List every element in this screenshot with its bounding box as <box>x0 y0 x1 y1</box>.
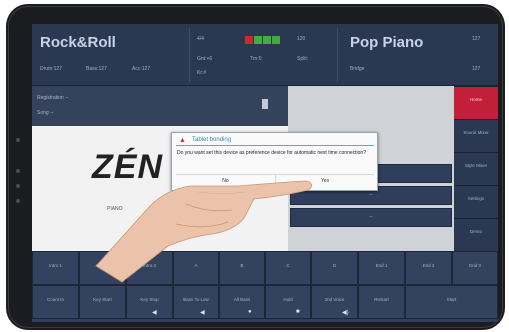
sensor-dot <box>16 199 20 203</box>
bass-volume[interactable]: Bass:127 <box>86 66 107 72</box>
beat-led <box>272 36 280 44</box>
menu-settings[interactable]: Settings <box>454 185 498 218</box>
dialog-message: Do you want set this device as preferenc… <box>177 150 366 156</box>
variation-a-button[interactable]: A <box>173 251 219 285</box>
logo-text: ZÉN <box>92 148 163 186</box>
sensor-dot <box>16 169 20 173</box>
logo-subtitle: PIANO <box>107 206 123 212</box>
dialog-title: Tablet bonding <box>192 137 232 143</box>
recents-icon[interactable]: ■ <box>296 309 300 315</box>
home-icon[interactable]: ● <box>248 309 252 315</box>
tempo-value[interactable]: 120 <box>297 36 305 42</box>
android-nav-bar: ◀ ◀ ● ■ ◀) <box>152 308 382 320</box>
beat-led <box>263 36 271 44</box>
app-screen: Rock&Roll Drum:127 Bass:127 Acc:127 4/4 … <box>32 24 498 322</box>
volume-down-icon[interactable]: ◀ <box>152 309 157 316</box>
key-start-button[interactable]: Key Start <box>79 285 126 319</box>
grid-value[interactable]: Gnt:+6 <box>197 56 212 62</box>
transpose-value[interactable]: Trn:0 <box>250 56 261 62</box>
tablet-frame: Rock&Roll Drum:127 Bass:127 Acc:127 4/4 … <box>6 4 505 330</box>
key-value[interactable]: Kr:# <box>197 70 206 76</box>
split-value[interactable]: Split: <box>297 56 308 62</box>
count-in-button[interactable]: Count In <box>32 285 79 319</box>
sensor-dot <box>16 184 20 188</box>
tablet-bonding-dialog: ▲ Tablet bonding Do you want set this de… <box>171 132 378 191</box>
song-label[interactable]: Song -- <box>37 110 53 116</box>
end1-button[interactable]: End 1 <box>358 251 405 285</box>
voice2-volume[interactable]: 127 <box>472 66 480 72</box>
intro1-button[interactable]: Intro 1 <box>32 251 79 285</box>
side-menu: Home Sound Mixer Style Mixer Settings De… <box>454 86 498 251</box>
dialog-buttons: No Yes <box>176 174 374 188</box>
header-divider <box>337 28 338 82</box>
drum-volume[interactable]: Drum:127 <box>40 66 62 72</box>
header-divider <box>189 28 190 82</box>
menu-sound-mixer[interactable]: Sound Mixer <box>454 119 498 152</box>
start-button[interactable]: Start <box>405 285 498 319</box>
beat-led <box>254 36 262 44</box>
yes-button[interactable]: Yes <box>275 175 374 188</box>
end2-button[interactable]: End 2 <box>405 251 452 285</box>
registration-label[interactable]: Registration -- <box>37 95 68 101</box>
camera-dot <box>16 138 20 142</box>
volume-up-icon[interactable]: ◀) <box>342 309 349 316</box>
selector-row[interactable]: -- <box>290 208 452 227</box>
voice-volume[interactable]: 127 <box>472 36 480 42</box>
acc-volume[interactable]: Acc:127 <box>132 66 150 72</box>
variation-c-button[interactable]: C <box>265 251 311 285</box>
voice-name[interactable]: Pop Piano <box>350 34 423 51</box>
variation-b-button[interactable]: B <box>219 251 265 285</box>
voice-sub: Bridge <box>350 66 365 72</box>
registration-strip: Registration -- Song -- <box>32 86 288 126</box>
section-row: Intro 1 Intro 2 Intro 3 A B C D End 1 En… <box>32 251 498 285</box>
warning-icon: ▲ <box>179 137 186 144</box>
brand-logo: ZÉN <box>92 148 163 187</box>
style-name[interactable]: Rock&Roll <box>40 34 116 51</box>
intro2-button[interactable]: Intro 2 <box>79 251 126 285</box>
scroll-thumb[interactable] <box>262 99 268 109</box>
back-icon[interactable]: ◀ <box>200 309 205 316</box>
menu-style-mixer[interactable]: Style Mixer <box>454 152 498 185</box>
beat-led <box>245 36 253 44</box>
variation-d-button[interactable]: D <box>311 251 358 285</box>
header-bar: Rock&Roll Drum:127 Bass:127 Acc:127 4/4 … <box>32 24 498 86</box>
menu-home[interactable]: Home <box>454 86 498 119</box>
no-button[interactable]: No <box>176 175 275 188</box>
end3-button[interactable]: End 3 <box>452 251 498 285</box>
menu-demo[interactable]: Demo <box>454 218 498 251</box>
intro3-button[interactable]: Intro 3 <box>126 251 173 285</box>
time-signature: 4/4 <box>197 36 204 42</box>
dialog-header: ▲ Tablet bonding <box>176 136 374 146</box>
